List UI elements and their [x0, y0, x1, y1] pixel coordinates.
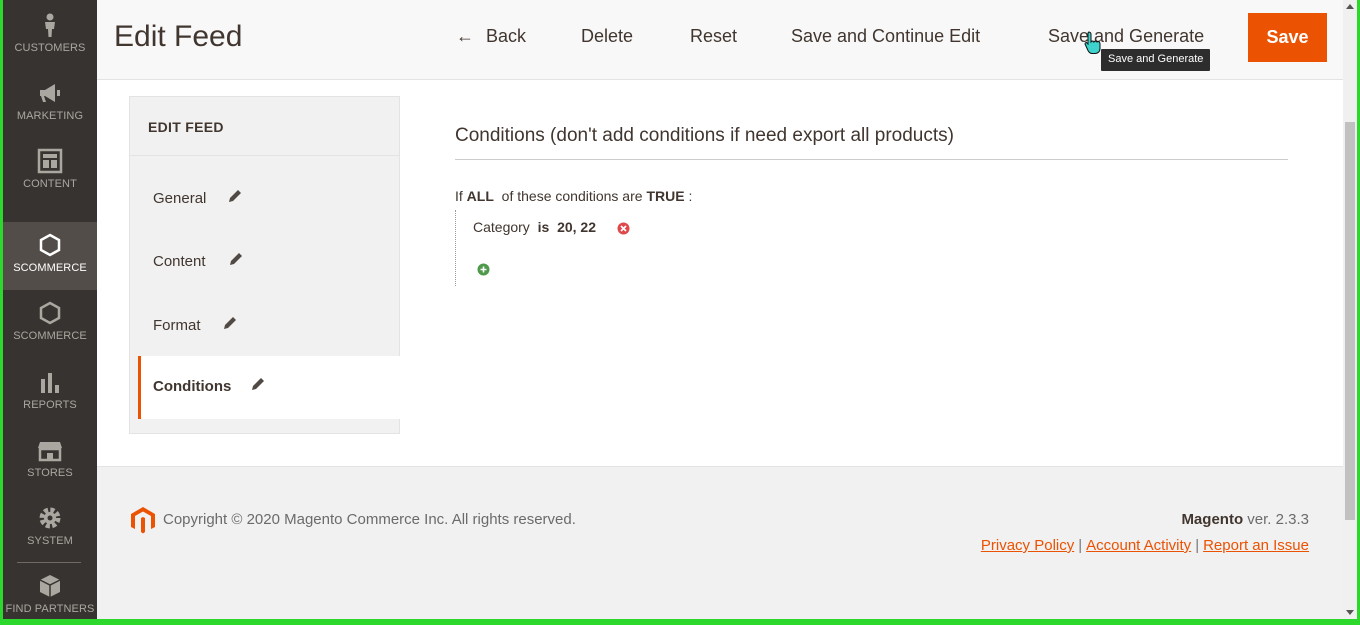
- reset-button[interactable]: Reset: [690, 26, 737, 47]
- report-issue-link[interactable]: Report an Issue: [1203, 537, 1309, 554]
- condition-operator[interactable]: is: [538, 219, 550, 235]
- nav-item-stores[interactable]: STORES: [3, 427, 97, 495]
- privacy-policy-link[interactable]: Privacy Policy: [981, 537, 1074, 554]
- back-button[interactable]: ← Back: [456, 26, 526, 47]
- condition-value[interactable]: 20, 22: [557, 219, 596, 235]
- nav-item-marketing[interactable]: MARKETING: [3, 70, 97, 138]
- nav-item-content[interactable]: CONTENT: [3, 138, 97, 206]
- nav-label: CUSTOMERS: [14, 42, 86, 54]
- nav-label: CONTENT: [23, 178, 77, 190]
- gear-icon: [37, 505, 63, 531]
- store-icon: [37, 437, 63, 463]
- back-label: Back: [486, 26, 527, 46]
- hexagon-icon: [37, 300, 63, 326]
- nav-item-system[interactable]: SYSTEM: [3, 495, 97, 563]
- delete-button[interactable]: Delete: [581, 26, 633, 47]
- save-button[interactable]: Save: [1248, 13, 1327, 62]
- footer-links: Privacy Policy | Account Activity | Report a…: [981, 537, 1309, 554]
- remove-condition-icon[interactable]: [617, 222, 630, 235]
- rule-middle: of these conditions are: [501, 188, 643, 204]
- admin-sidebar: CUSTOMERS MARKETING CONTENT SCOMMERCE SC…: [3, 0, 97, 619]
- app-frame: CUSTOMERS MARKETING CONTENT SCOMMERCE SC…: [3, 0, 1357, 619]
- tab-general[interactable]: General: [130, 168, 400, 231]
- copyright-text: Copyright © 2020 Magento Commerce Inc. A…: [163, 511, 576, 528]
- hexagon-icon: [37, 232, 63, 258]
- megaphone-icon: [37, 80, 63, 106]
- rule-aggregator-line: If ALL of these conditions are TRUE :: [455, 188, 692, 204]
- tab-label: Format: [153, 317, 201, 334]
- conditions-title: Conditions (don't add conditions if need…: [455, 125, 954, 146]
- tab-label: Conditions: [153, 378, 232, 395]
- nav-item-find-partners[interactable]: FIND PARTNERS: [3, 563, 97, 619]
- nav-label: SCOMMERCE: [13, 262, 87, 274]
- separator: |: [1195, 537, 1200, 554]
- pencil-icon: [224, 317, 236, 329]
- page-header: Edit Feed ← Back Delete Reset Save and Co…: [97, 0, 1343, 80]
- nav-item-reports[interactable]: REPORTS: [3, 359, 97, 427]
- page-title: Edit Feed: [114, 20, 243, 53]
- condition-row: Category is 20, 22: [473, 219, 596, 235]
- tab-conditions[interactable]: Conditions: [138, 356, 400, 419]
- version-text: Magento ver. 2.3.3: [1181, 511, 1309, 528]
- nav-label: REPORTS: [23, 399, 77, 411]
- account-activity-link[interactable]: Account Activity: [1086, 537, 1191, 554]
- nav-label: SCOMMERCE: [13, 330, 87, 342]
- tab-format[interactable]: Format: [130, 295, 400, 358]
- magento-logo-icon: [131, 507, 155, 534]
- pencil-icon: [229, 190, 241, 202]
- scroll-up-arrow-icon[interactable]: [1346, 4, 1354, 9]
- tooltip: Save and Generate: [1101, 49, 1211, 71]
- edit-feed-tabs: EDIT FEED General Content Format Conditi…: [129, 96, 400, 434]
- layout-icon: [37, 148, 63, 174]
- save-and-generate-button[interactable]: Save and Generate: [1048, 26, 1204, 47]
- tab-label: Content: [153, 253, 206, 270]
- bar-chart-icon: [37, 369, 63, 395]
- rule-prefix: If: [455, 188, 463, 204]
- page-scrollbar[interactable]: [1343, 0, 1357, 619]
- add-condition-icon[interactable]: [477, 263, 490, 276]
- value-select[interactable]: TRUE: [646, 188, 684, 204]
- version-number: ver. 2.3.3: [1247, 511, 1309, 528]
- scroll-thumb[interactable]: [1345, 122, 1355, 520]
- tab-label: General: [153, 190, 207, 207]
- rule-suffix: :: [688, 188, 693, 204]
- person-icon: [37, 12, 63, 38]
- arrow-left-icon: ←: [456, 26, 474, 46]
- aggregator-select[interactable]: ALL: [467, 188, 494, 204]
- nav-label: FIND PARTNERS: [5, 603, 95, 615]
- cube-icon: [37, 573, 63, 599]
- condition-attribute: Category: [473, 219, 530, 235]
- divider: [455, 159, 1288, 160]
- divider: [130, 155, 399, 156]
- nav-item-scommerce-active[interactable]: SCOMMERCE: [3, 222, 97, 290]
- save-and-continue-button[interactable]: Save and Continue Edit: [791, 26, 980, 47]
- nav-label: STORES: [27, 467, 73, 479]
- separator: |: [1078, 537, 1083, 554]
- nav-label: MARKETING: [16, 110, 84, 122]
- page-footer: Copyright © 2020 Magento Commerce Inc. A…: [97, 466, 1343, 619]
- tabs-title: EDIT FEED: [148, 119, 224, 135]
- nav-label: SYSTEM: [27, 535, 73, 547]
- hand-cursor-icon: [1084, 31, 1101, 54]
- pencil-icon: [230, 253, 242, 265]
- nav-item-scommerce[interactable]: SCOMMERCE: [3, 290, 97, 358]
- tab-content[interactable]: Content: [130, 231, 400, 294]
- conditions-tree: [455, 210, 457, 286]
- nav-item-customers[interactable]: CUSTOMERS: [3, 2, 97, 70]
- pencil-icon: [252, 378, 264, 390]
- brand-name: Magento: [1181, 511, 1244, 528]
- scroll-down-arrow-icon[interactable]: [1346, 610, 1354, 615]
